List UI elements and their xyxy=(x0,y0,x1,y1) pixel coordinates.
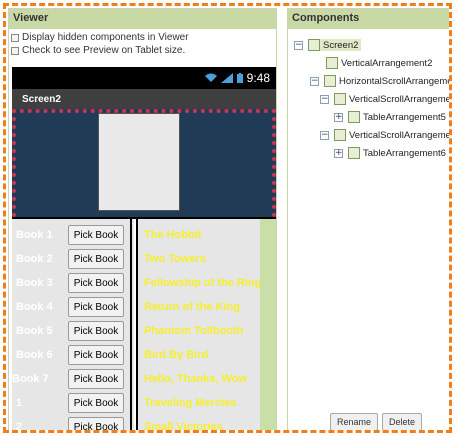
book-label: Book 3 xyxy=(16,277,53,289)
book-title: Phantom Tollbooth xyxy=(144,325,244,337)
collapse-icon[interactable]: − xyxy=(320,130,329,140)
book-row: Book 3 Pick Book xyxy=(12,271,124,295)
highlight-frame: Viewer Display hidden components in View… xyxy=(3,3,452,433)
book-label: 1 xyxy=(16,397,23,409)
book-label: Book 6 xyxy=(16,349,53,361)
components-title: Components xyxy=(288,9,449,29)
expand-icon[interactable]: + xyxy=(334,112,343,122)
pick-book-button[interactable]: Pick Book xyxy=(68,369,124,389)
tree-node-label: TableArrangement6 xyxy=(363,147,446,159)
collapse-icon[interactable]: − xyxy=(294,40,303,50)
expand-icon[interactable]: + xyxy=(334,148,343,158)
screen-icon xyxy=(308,39,320,51)
clock: 9:48 xyxy=(246,71,270,85)
viewer-panel: Viewer Display hidden components in View… xyxy=(8,8,277,433)
column-divider xyxy=(134,219,138,430)
collapse-icon[interactable]: − xyxy=(310,76,319,86)
book-title: Hello, Thanks, Wow xyxy=(144,373,248,385)
book-title: The Hobbit xyxy=(144,229,202,241)
delete-button[interactable]: Delete xyxy=(382,413,423,430)
hidden-components-checkbox[interactable] xyxy=(11,33,19,42)
image-placeholder[interactable] xyxy=(98,113,180,211)
tree-node-label: VerticalArrangement2 xyxy=(341,57,433,69)
status-bar: 9:48 xyxy=(12,67,276,89)
collapse-icon[interactable]: − xyxy=(320,94,329,104)
signal-icon xyxy=(220,73,233,83)
selected-node[interactable]: Screen2 xyxy=(308,39,362,51)
book-title: Traveling Mercies xyxy=(144,397,237,409)
book-row: 2 Pick Book xyxy=(12,415,124,433)
screen-title: Screen2 xyxy=(12,89,276,109)
book-label: Book 2 xyxy=(16,253,53,265)
book-row: Book 1 Pick Book xyxy=(12,223,124,247)
book-row: 1 Pick Book xyxy=(12,391,124,415)
pick-book-button[interactable]: Pick Book xyxy=(68,321,124,341)
pick-book-button[interactable]: Pick Book xyxy=(68,297,124,317)
pick-book-button[interactable]: Pick Book xyxy=(68,345,124,365)
table-arrangement-icon xyxy=(348,111,360,123)
tree-node-label: TableArrangement5 xyxy=(363,111,446,123)
rename-button[interactable]: Rename xyxy=(330,413,379,430)
book-title: Small Victories xyxy=(144,421,223,433)
book-label: 2 xyxy=(16,421,23,433)
book-row: Book 5 Pick Book xyxy=(12,319,124,343)
book-label: Book 1 xyxy=(16,229,53,241)
vertical-scroll-icon xyxy=(334,129,346,141)
book-row: Book 4 Pick Book xyxy=(12,295,124,319)
tree-node-verticalscroll-1[interactable]: − VerticalScrollArrangement xyxy=(320,91,452,107)
book-label: Book 5 xyxy=(16,325,53,337)
pick-book-button[interactable]: Pick Book xyxy=(68,417,124,430)
book-label: Book 4 xyxy=(16,301,53,313)
titles-table[interactable]: The Hobbit Two Towers Fellowship of the … xyxy=(140,219,262,433)
book-row: Book 6 Pick Book xyxy=(12,343,124,367)
tablet-preview-option[interactable]: Check to see Preview on Tablet size. xyxy=(9,44,276,57)
tree-node-screen2[interactable]: − Screen2 xyxy=(294,37,362,53)
viewer-title: Viewer xyxy=(9,9,276,29)
battery-icon xyxy=(236,73,243,83)
wifi-icon xyxy=(204,73,217,82)
tree-node-label: VerticalScrollArrangement xyxy=(349,93,452,105)
tablet-preview-label: Check to see Preview on Tablet size. xyxy=(22,45,186,56)
pick-book-button[interactable]: Pick Book xyxy=(68,225,124,245)
scroll-track[interactable] xyxy=(260,219,276,430)
book-row: Book 7 Pick Book xyxy=(12,367,124,391)
horizontal-scroll-arrangement[interactable]: Book 1 Pick Book Book 2 Pick Book Book 3… xyxy=(12,217,276,433)
book-title: Fellowship of the Ring xyxy=(144,277,262,289)
hidden-components-label: Display hidden components in Viewer xyxy=(22,32,189,43)
tree-node-table5[interactable]: + TableArrangement5 xyxy=(334,109,446,125)
tree-node-table6[interactable]: + TableArrangement6 xyxy=(334,145,446,161)
pick-book-button[interactable]: Pick Book xyxy=(68,393,124,413)
books-table[interactable]: Book 1 Pick Book Book 2 Pick Book Book 3… xyxy=(12,219,132,433)
component-actions: Rename Delete xyxy=(330,413,423,430)
tree-node-verticalscroll-2[interactable]: − VerticalScrollArrangement xyxy=(320,127,452,143)
pick-book-button[interactable]: Pick Book xyxy=(68,249,124,269)
book-row: Book 2 Pick Book xyxy=(12,247,124,271)
tablet-preview-checkbox[interactable] xyxy=(11,46,19,55)
book-title: Return of the King xyxy=(144,301,240,313)
book-title: Bird By Bird xyxy=(144,349,209,361)
vertical-arrangement-icon xyxy=(326,57,338,69)
tree-node-label: Screen2 xyxy=(323,39,359,51)
horizontal-arrangement-icon xyxy=(324,75,336,87)
table-arrangement-icon xyxy=(348,147,360,159)
vertical-scroll-icon xyxy=(334,93,346,105)
header-arrangement[interactable] xyxy=(12,109,276,217)
hidden-components-option[interactable]: Display hidden components in Viewer xyxy=(9,31,276,44)
pick-book-button[interactable]: Pick Book xyxy=(68,273,124,293)
components-panel: Components − Screen2 VerticalArrangement… xyxy=(287,8,452,430)
book-label: Book 7 xyxy=(12,373,49,385)
tree-node-horizontalscroll[interactable]: − HorizontalScrollArrangement xyxy=(310,73,452,89)
phone-preview: 9:48 Screen2 Book 1 Pick Book Book 2 Pic… xyxy=(12,67,276,433)
book-title: Two Towers xyxy=(144,253,206,265)
tree-node-label: VerticalScrollArrangement xyxy=(349,129,452,141)
tree-node-verticalarrangement2[interactable]: VerticalArrangement2 xyxy=(326,55,432,71)
tree-node-label: HorizontalScrollArrangement xyxy=(339,75,452,87)
